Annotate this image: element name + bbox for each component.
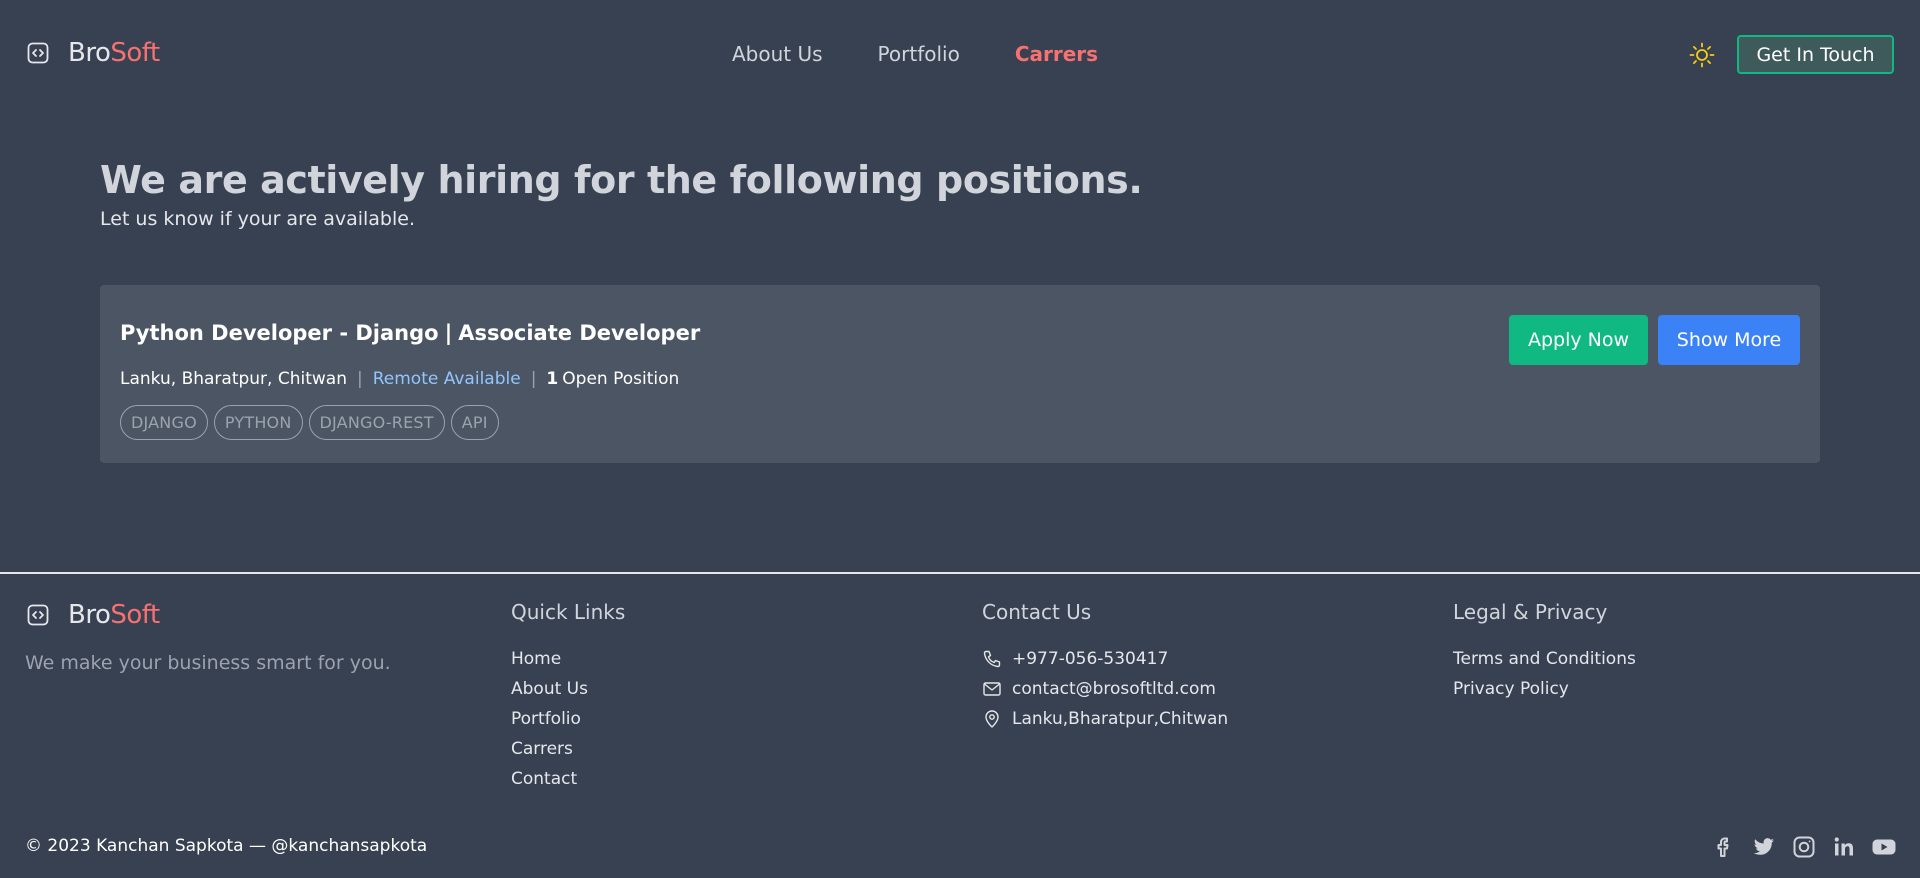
quick-links-heading: Quick Links [511,600,626,624]
job-title: Python Developer - Django | Associate Deve… [120,321,700,345]
tag-django: DJANGO [120,405,208,440]
brand-logo-link[interactable]: BroSoft [26,38,160,68]
job-meta: Lanku, Bharatpur, Chitwan | Remote Avail… [120,369,679,389]
location-pin-icon [982,709,1002,729]
tag-django-rest: DJANGO-REST [308,405,445,440]
nav-carrers[interactable]: Carrers [1015,42,1098,66]
contact-heading: Contact Us [982,600,1092,624]
social-links [1711,834,1897,860]
job-open-label: Open Position [562,369,680,389]
footer-link-home[interactable]: Home [511,649,561,669]
facebook-icon[interactable] [1711,834,1737,860]
job-role: Python Developer - Django [120,321,439,345]
mail-icon [982,679,1002,699]
footer-quick-links: Quick Links Home About Us Portfolio Carr… [511,600,625,794]
contact-address: Lanku,Bharatpur,Chitwan [1012,709,1229,729]
tag-python: PYTHON [213,405,303,440]
job-open-count: 1 [546,369,559,389]
footer-link-contact[interactable]: Contact [511,769,577,789]
brand-name-soft: Soft [110,38,160,68]
apply-now-button[interactable]: Apply Now [1509,315,1648,365]
meta-divider: | [357,369,363,389]
footer-brand-logo[interactable]: BroSoft [26,600,160,630]
copyright: © 2023 Kanchan Sapkota — @kanchansapkota [25,836,428,856]
youtube-icon[interactable] [1871,834,1897,860]
get-in-touch-button[interactable]: Get In Touch [1737,35,1894,74]
contact-email[interactable]: contact@brosoftltd.com [1012,679,1216,699]
code-bracket-icon [26,41,50,65]
footer-link-terms[interactable]: Terms and Conditions [1453,649,1636,669]
footer-brand-bro: Bro [68,600,111,630]
site-header: BroSoft About Us Portfolio Carrers Get I… [0,0,1920,110]
footer-link-carrers[interactable]: Carrers [511,739,573,759]
footer-link-portfolio[interactable]: Portfolio [511,709,581,729]
brand-name: BroSoft [68,38,160,68]
footer-legal: Legal & Privacy Terms and Conditions Pri… [1453,600,1636,704]
twitter-icon[interactable] [1751,834,1777,860]
page-subtitle: Let us know if your are available. [100,208,415,230]
job-tags: DJANGO PYTHON DJANGO-REST API [120,405,499,440]
sun-icon[interactable] [1688,41,1716,69]
footer-link-privacy[interactable]: Privacy Policy [1453,679,1569,699]
nav-about-us[interactable]: About Us [732,42,823,66]
meta-divider: | [530,369,537,389]
footer-contact: Contact Us +977-056-530417 contact@broso… [982,600,1228,734]
footer-link-about-us[interactable]: About Us [511,679,588,699]
show-more-button[interactable]: Show More [1658,315,1800,365]
footer-tagline: We make your business smart for you. [25,652,391,674]
job-remote-badge: Remote Available [372,369,521,389]
footer-divider [0,572,1920,574]
footer-brand-name: BroSoft [68,600,160,630]
code-bracket-icon [26,603,50,627]
contact-phone[interactable]: +977-056-530417 [1012,649,1168,669]
page-title: We are actively hiring for the following… [100,158,1143,202]
phone-icon [982,649,1002,669]
legal-heading: Legal & Privacy [1453,600,1608,624]
main-nav: About Us Portfolio Carrers [732,42,1098,66]
linkedin-icon[interactable] [1831,834,1857,860]
nav-portfolio[interactable]: Portfolio [878,42,960,66]
brand-name-bro: Bro [68,38,111,68]
tag-api: API [450,405,499,440]
job-title-separator: | [444,321,453,345]
job-level: Associate Developer [458,321,701,345]
instagram-icon[interactable] [1791,834,1817,860]
footer-brand-soft: Soft [110,600,160,630]
job-location: Lanku, Bharatpur, Chitwan [120,369,347,389]
job-card: Python Developer - Django | Associate Deve… [100,285,1820,463]
